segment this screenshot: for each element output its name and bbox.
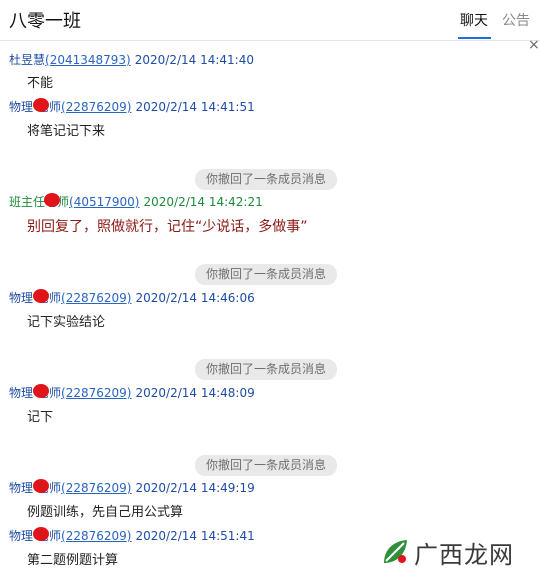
recall-notice: 你撤回了一条成员消息 [195, 264, 337, 285]
sender-name: 物理 [9, 481, 34, 495]
sender-name: 班主任 [9, 195, 46, 209]
message-text: 将笔记记下来 [27, 124, 106, 139]
sender-qq-link[interactable]: (22876209) [61, 100, 131, 114]
message-text: 不能 [27, 76, 54, 91]
active-tab-indicator [458, 37, 491, 39]
redaction-mark [33, 289, 49, 303]
recall-notice: 你撤回了一条成员消息 [195, 169, 337, 190]
message-text: 例题训练，先自己用公式算 [27, 505, 184, 520]
message-sender: 杜昱慧(2041348793) 2020/2/14 14:41:40 [9, 52, 254, 68]
sender-qq-link[interactable]: (22876209) [61, 529, 131, 543]
sender-name: 物理 [9, 386, 34, 400]
chat-header: 八零一班 聊天 公告 [0, 0, 540, 41]
message-time: 2020/2/14 14:51:41 [135, 529, 255, 543]
message-text: 记下实验结论 [27, 315, 106, 330]
message-time: 2020/2/14 14:41:51 [135, 100, 255, 114]
tab-notice[interactable]: 公告 [502, 10, 530, 30]
message-time: 2020/2/14 14:48:09 [135, 386, 255, 400]
recall-notice: 你撤回了一条成员消息 [195, 359, 337, 380]
leaf-logo-icon [384, 540, 407, 563]
sender-qq-link[interactable]: (2041348793) [45, 53, 131, 67]
redaction-mark [33, 98, 49, 112]
sender-qq-link[interactable]: (22876209) [61, 291, 131, 305]
message-list[interactable]: 杜昱慧(2041348793) 2020/2/14 14:41:40 不能 物理老… [0, 42, 540, 577]
message-time: 2020/2/14 14:46:06 [135, 291, 255, 305]
sender-qq-link[interactable]: (40517900) [69, 195, 139, 209]
sender-name: 物理 [9, 100, 34, 114]
sender-qq-link[interactable]: (22876209) [61, 481, 131, 495]
sender-name: 物理 [9, 529, 34, 543]
redaction-mark [33, 384, 49, 398]
redaction-mark [33, 479, 49, 493]
message-text: 第二题例题计算 [27, 553, 119, 568]
sender-qq-link[interactable]: (22876209) [61, 386, 131, 400]
site-watermark: 广西龙网 [380, 533, 530, 569]
message-time: 2020/2/14 14:49:19 [135, 481, 255, 495]
sender-name: 物理 [9, 291, 34, 305]
recall-notice: 你撤回了一条成员消息 [195, 455, 337, 476]
tab-chat[interactable]: 聊天 [460, 10, 488, 30]
redaction-mark [44, 193, 60, 207]
message-text: 记下 [27, 410, 54, 425]
group-title: 八零一班 [9, 11, 81, 32]
watermark-text: 广西龙网 [414, 541, 514, 569]
redaction-mark [33, 527, 49, 541]
message-time: 2020/2/14 14:41:40 [134, 53, 254, 67]
message-text-highlight: 别回复了，照做就行，记住“少说话，多做事” [27, 219, 308, 235]
message-time: 2020/2/14 14:42:21 [143, 195, 263, 209]
sender-name: 杜昱慧 [9, 53, 46, 67]
